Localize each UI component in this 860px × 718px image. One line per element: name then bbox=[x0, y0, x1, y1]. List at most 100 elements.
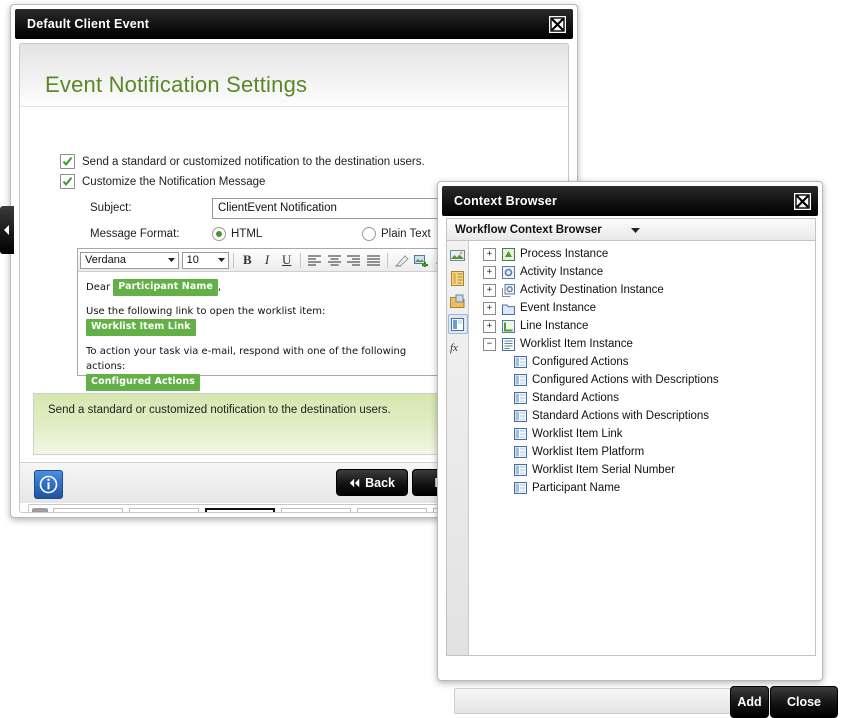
tree-leaf-configured-actions[interactable]: Configured Actions bbox=[475, 353, 815, 371]
checkbox-send-notification[interactable] bbox=[60, 154, 75, 169]
context-browser-pane: fx + Process Instance + Activity Instanc… bbox=[446, 240, 816, 656]
radio-plain-text-label: Plain Text bbox=[381, 228, 431, 240]
toolbar-divider bbox=[300, 252, 302, 268]
tree-leaf-worklist-item-serial-number[interactable]: Worklist Item Serial Number bbox=[475, 461, 815, 479]
align-justify-icon[interactable] bbox=[364, 251, 383, 270]
context-browser-rail: fx bbox=[447, 241, 469, 655]
thumbnail-page-1[interactable] bbox=[53, 508, 123, 512]
process-instance-icon bbox=[501, 247, 515, 261]
tree-node-activity-destination-instance[interactable]: + Activity Destination Instance bbox=[475, 281, 815, 299]
align-right-icon[interactable] bbox=[345, 251, 364, 270]
tree-node-event-instance[interactable]: + Event Instance bbox=[475, 299, 815, 317]
expand-icon[interactable]: + bbox=[483, 301, 496, 315]
editor-content[interactable]: Dear Participant Name, Use the following… bbox=[78, 272, 452, 407]
radio-html[interactable]: HTML bbox=[212, 227, 362, 241]
italic-icon[interactable]: I bbox=[258, 251, 277, 270]
eraser-icon[interactable] bbox=[392, 251, 411, 270]
context-browser-selector[interactable]: Workflow Context Browser bbox=[446, 218, 816, 240]
token-configured-actions[interactable]: Configured Actions bbox=[86, 374, 200, 391]
toolbar-divider bbox=[232, 252, 234, 268]
workflow-context-icon[interactable] bbox=[448, 291, 468, 311]
page-title: Event Notification Settings bbox=[45, 72, 308, 97]
editor-line-actions: To action your task via e-mail, respond … bbox=[86, 345, 444, 391]
context-browser-footer: Add Close bbox=[454, 686, 838, 718]
token-worklist-item-link[interactable]: Worklist Item Link bbox=[86, 319, 196, 337]
back-button-label: Back bbox=[365, 475, 395, 490]
thumbnail-page-2[interactable] bbox=[129, 508, 199, 512]
tree-leaf-participant-name[interactable]: Participant Name bbox=[475, 479, 815, 497]
radio-plain-text-indicator[interactable] bbox=[362, 227, 376, 241]
tree-node-label: Worklist Item Instance bbox=[520, 338, 633, 350]
tree-node-process-instance[interactable]: + Process Instance bbox=[475, 245, 815, 263]
close-icon[interactable] bbox=[794, 192, 811, 210]
checkbox-customize-message-label: Customize the Notification Message bbox=[82, 175, 266, 188]
tree-leaf-worklist-item-link[interactable]: Worklist Item Link bbox=[475, 425, 815, 443]
info-icon[interactable] bbox=[34, 470, 63, 499]
worklist-item-instance-icon bbox=[501, 337, 515, 351]
context-browser-icon[interactable] bbox=[447, 314, 468, 334]
smartobject-icon[interactable] bbox=[448, 268, 468, 288]
back-button[interactable]: Back bbox=[336, 469, 408, 496]
event-instance-icon bbox=[501, 301, 515, 315]
field-icon bbox=[513, 445, 527, 459]
screen: Default Client Event Event Notification … bbox=[0, 0, 860, 718]
tree-node-label: Standard Actions with Descriptions bbox=[532, 410, 710, 422]
expand-icon[interactable]: + bbox=[483, 247, 496, 261]
radio-html-indicator[interactable] bbox=[212, 227, 226, 241]
field-icon bbox=[513, 463, 527, 477]
tree-node-label: Process Instance bbox=[520, 248, 609, 260]
filmstrip-prev-button[interactable] bbox=[32, 508, 48, 512]
tree-leaf-standard-actions[interactable]: Standard Actions bbox=[475, 389, 815, 407]
tree-node-worklist-item-instance[interactable]: − Worklist Item Instance bbox=[475, 335, 815, 353]
radio-html-label: HTML bbox=[231, 228, 263, 240]
font-family-select[interactable]: Verdana bbox=[80, 251, 179, 269]
align-left-icon[interactable] bbox=[305, 251, 324, 270]
tree-node-label: Participant Name bbox=[532, 482, 621, 494]
left-flyout-handle[interactable] bbox=[0, 206, 14, 254]
checkbox-send-notification-row[interactable]: Send a standard or customized notificati… bbox=[60, 154, 538, 169]
context-browser-selector-label: Workflow Context Browser bbox=[455, 223, 602, 236]
font-size-select[interactable]: 10 bbox=[181, 251, 229, 269]
tree-leaf-worklist-item-platform[interactable]: Worklist Item Platform bbox=[475, 443, 815, 461]
tree-node-label: Event Instance bbox=[520, 302, 597, 314]
underline-icon[interactable]: U bbox=[277, 251, 296, 270]
tree-node-activity-instance[interactable]: + Activity Instance bbox=[475, 263, 815, 281]
field-icon bbox=[513, 427, 527, 441]
tree-node-label: Worklist Item Link bbox=[532, 428, 623, 440]
thumbnail-page-3[interactable] bbox=[205, 508, 275, 512]
thumbnail-page-5[interactable] bbox=[357, 508, 427, 512]
expand-icon[interactable]: + bbox=[483, 283, 496, 297]
function-fx-icon[interactable]: fx bbox=[448, 337, 468, 357]
align-center-icon[interactable] bbox=[325, 251, 344, 270]
token-participant-name[interactable]: Participant Name bbox=[113, 279, 218, 296]
expand-icon[interactable]: + bbox=[483, 265, 496, 279]
tree-node-label: Standard Actions bbox=[532, 392, 619, 404]
expand-icon[interactable]: + bbox=[483, 319, 496, 333]
tree-node-line-instance[interactable]: + Line Instance bbox=[475, 317, 815, 335]
radio-plain-text[interactable]: Plain Text bbox=[362, 227, 431, 241]
field-icon bbox=[513, 481, 527, 495]
tree-node-label: Worklist Item Platform bbox=[532, 446, 645, 458]
bold-icon[interactable]: B bbox=[238, 251, 257, 270]
editor-toolbar: Verdana 10 B I U bbox=[78, 249, 452, 272]
editor-line-link: Use the following link to open the workl… bbox=[86, 305, 444, 337]
chevron-down-icon bbox=[165, 253, 178, 268]
svg-text:fx: fx bbox=[450, 342, 458, 354]
context-browser-body: Workflow Context Browser fx + Process In… bbox=[446, 218, 838, 718]
line-instance-icon bbox=[501, 319, 515, 333]
insert-image-icon[interactable] bbox=[412, 251, 431, 270]
tree-leaf-configured-actions-with-descriptions[interactable]: Configured Actions with Descriptions bbox=[475, 371, 815, 389]
field-icon bbox=[513, 409, 527, 423]
environment-icon[interactable] bbox=[448, 245, 468, 265]
tree-leaf-standard-actions-with-descriptions[interactable]: Standard Actions with Descriptions bbox=[475, 407, 815, 425]
tree-node-label: Configured Actions bbox=[532, 356, 629, 368]
close-icon[interactable] bbox=[549, 15, 566, 33]
filmstrip-thumbnails bbox=[53, 508, 503, 512]
chevron-left-double-icon bbox=[349, 478, 360, 487]
chevron-down-icon bbox=[631, 224, 807, 236]
thumbnail-page-4[interactable] bbox=[281, 508, 351, 512]
activity-destination-icon bbox=[501, 283, 515, 297]
checkbox-customize-message[interactable] bbox=[60, 174, 75, 189]
collapse-icon[interactable]: − bbox=[483, 337, 496, 351]
wizard-titlebar: Default Client Event bbox=[15, 9, 573, 39]
